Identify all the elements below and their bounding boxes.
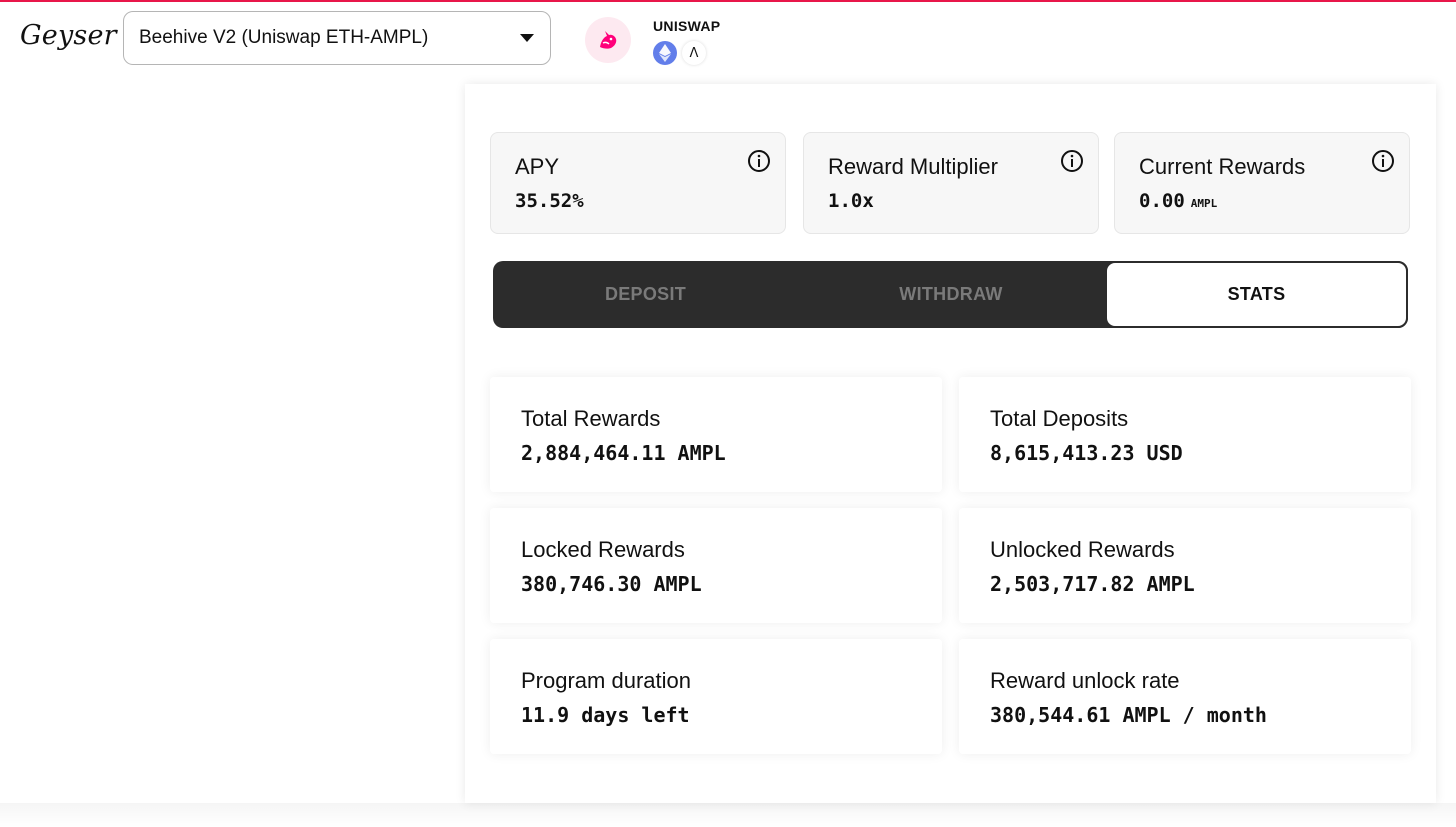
reward-multiplier-value: 1.0x: [828, 190, 874, 212]
tab-deposit[interactable]: DEPOSIT: [493, 261, 798, 328]
unlocked-rewards-value: 2,503,717.82 AMPL: [990, 572, 1195, 596]
total-rewards-value: 2,884,464.11 AMPL: [521, 441, 726, 465]
total-rewards-label: Total Rewards: [521, 406, 661, 431]
current-rewards-label: Current Rewards: [1139, 154, 1306, 179]
app-logo[interactable]: Geyser: [20, 20, 117, 51]
platform-name: UNISWAP: [653, 18, 721, 34]
info-icon[interactable]: [1060, 149, 1084, 173]
tab-stats[interactable]: STATS: [1105, 261, 1408, 328]
locked-rewards-card: Locked Rewards 380,746.30 AMPL: [490, 508, 942, 623]
info-icon[interactable]: [1371, 149, 1395, 173]
tab-bar: DEPOSIT WITHDRAW STATS: [493, 261, 1408, 328]
ampl-token-icon: Λ: [682, 41, 706, 65]
geyser-select[interactable]: Beehive V2 (Uniswap ETH-AMPL): [123, 11, 551, 65]
unlocked-rewards-card: Unlocked Rewards 2,503,717.82 AMPL: [959, 508, 1411, 623]
reward-multiplier-label: Reward Multiplier: [828, 154, 998, 179]
current-rewards-card: Current Rewards 0.00 AMPL: [1114, 132, 1410, 234]
program-duration-value: 11.9 days left: [521, 703, 690, 727]
locked-rewards-value: 380,746.30 AMPL: [521, 572, 702, 596]
total-deposits-card: Total Deposits 8,615,413.23 USD: [959, 377, 1411, 492]
reward-unlock-rate-value: 380,544.61 AMPL / month: [990, 703, 1267, 727]
top-accent-line: [0, 0, 1456, 2]
apy-label: APY: [515, 154, 560, 179]
total-rewards-card: Total Rewards 2,884,464.11 AMPL: [490, 377, 942, 492]
unlocked-rewards-label: Unlocked Rewards: [990, 537, 1175, 562]
reward-multiplier-card: Reward Multiplier 1.0x: [803, 132, 1099, 234]
reward-unlock-rate-label: Reward unlock rate: [990, 668, 1180, 693]
total-deposits-value: 8,615,413.23 USD: [990, 441, 1183, 465]
apy-card: APY 35.52%: [490, 132, 786, 234]
total-deposits-label: Total Deposits: [990, 406, 1129, 431]
bottom-shadow: [0, 803, 1456, 827]
reward-unlock-rate-card: Reward unlock rate 380,544.61 AMPL / mon…: [959, 639, 1411, 754]
apy-value: 35.52%: [515, 190, 584, 212]
caret-down-icon: [520, 34, 534, 42]
locked-rewards-label: Locked Rewards: [521, 537, 685, 562]
program-duration-label: Program duration: [521, 668, 691, 693]
info-icon[interactable]: [747, 149, 771, 173]
eth-token-icon: [653, 41, 677, 65]
unicorn-icon: [600, 31, 617, 49]
program-duration-card: Program duration 11.9 days left: [490, 639, 942, 754]
uniswap-logo: [585, 17, 631, 63]
stats-panel: APY 35.52% Reward Multiplier 1.0x Curren…: [465, 84, 1436, 803]
current-rewards-value: 0.00 AMPL: [1139, 190, 1218, 212]
current-rewards-unit: AMPL: [1190, 197, 1218, 210]
tab-withdraw[interactable]: WITHDRAW: [798, 261, 1104, 328]
geyser-select-value: Beehive V2 (Uniswap ETH-AMPL): [139, 27, 429, 48]
